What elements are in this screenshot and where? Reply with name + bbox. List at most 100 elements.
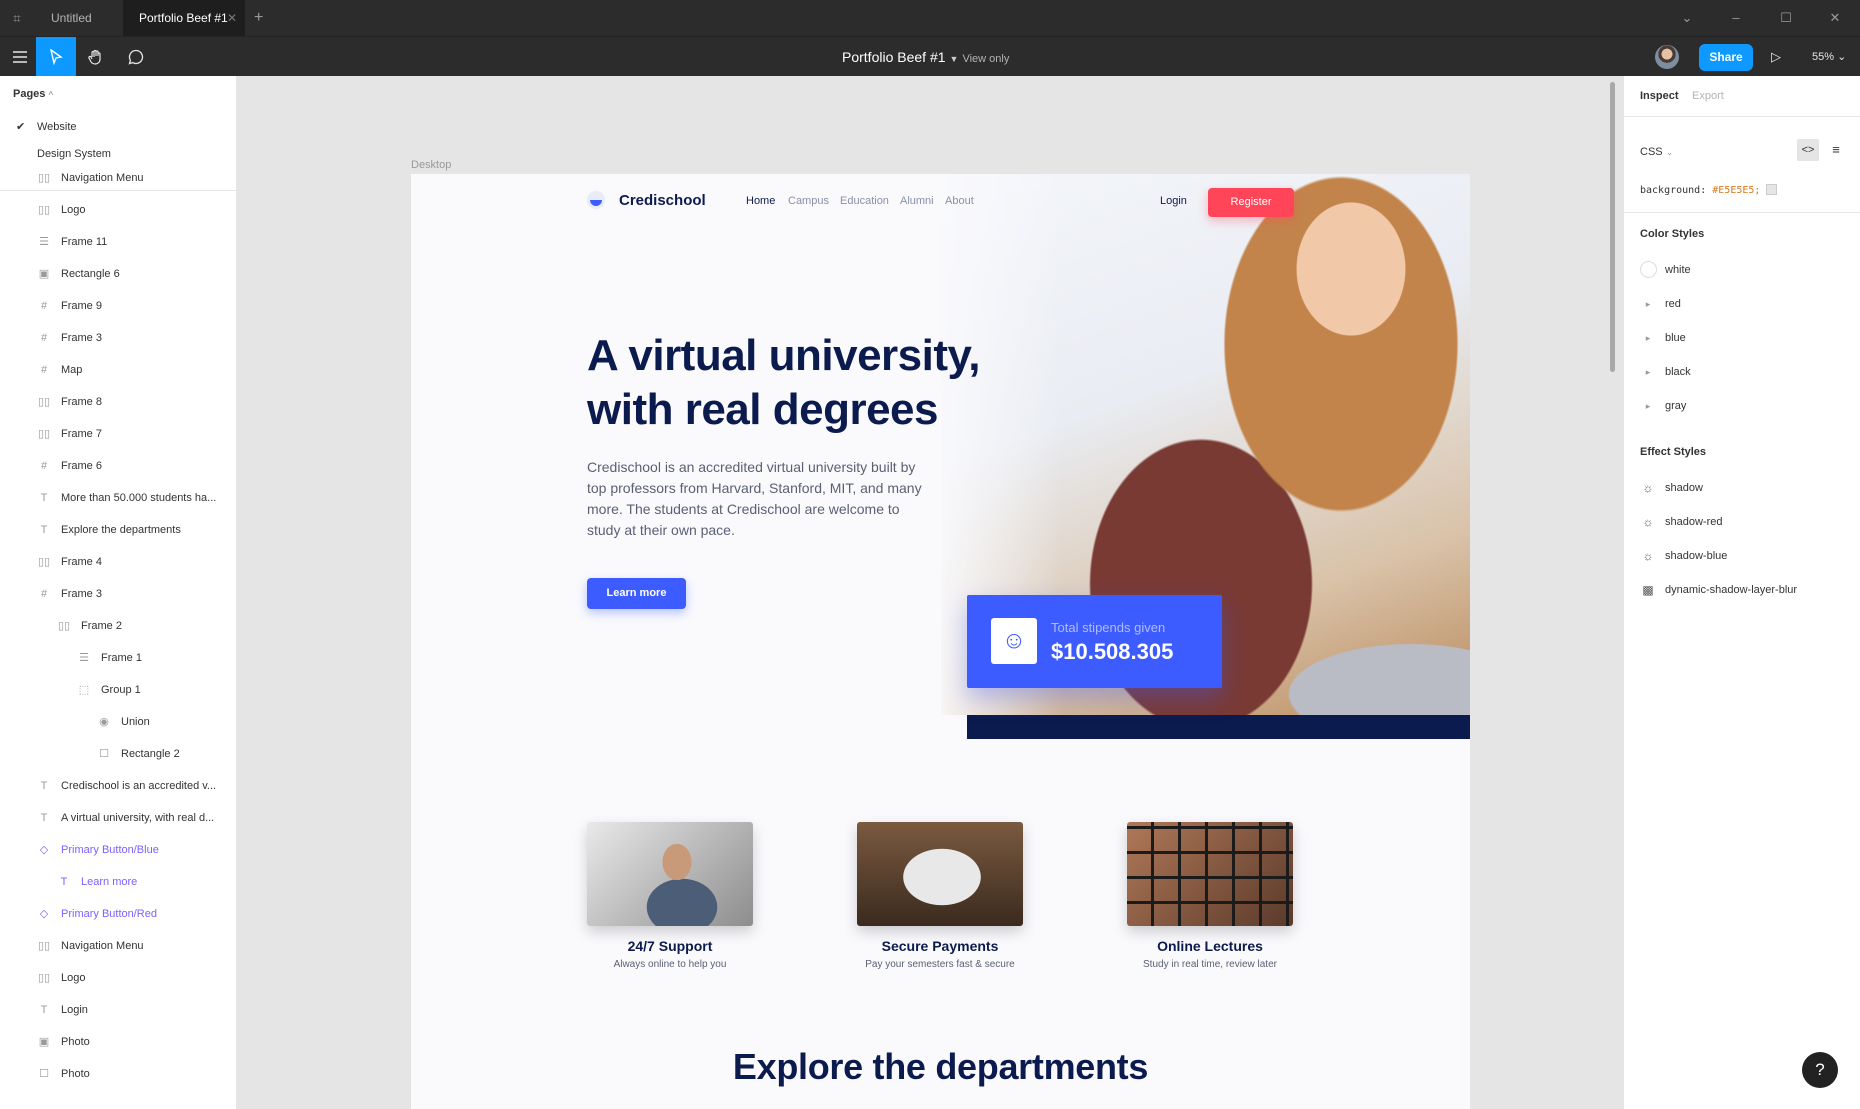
layer-row[interactable]: T More than 50.000 students ha... — [0, 482, 236, 514]
layer-row[interactable]: T Credischool is an accredited v... — [0, 770, 236, 802]
nav-alumni[interactable]: Alumni — [900, 195, 934, 207]
close-window-icon[interactable]: ✕ — [1815, 0, 1855, 36]
page-design-system[interactable]: Design System — [37, 148, 111, 160]
present-play-icon[interactable]: ▷ — [1771, 37, 1781, 77]
layer-row[interactable]: ⬚ Group 1 — [0, 674, 236, 706]
layer-row[interactable]: ▣ Rectangle 6 — [0, 258, 236, 290]
color-style-item[interactable]: ▸ gray — [1640, 396, 1840, 416]
layer-row[interactable]: # Frame 3 — [0, 322, 236, 354]
effect-style-item[interactable]: ☼ shadow-blue — [1640, 546, 1840, 566]
effect-style-item[interactable]: ☼ shadow — [1640, 478, 1840, 498]
frame-label[interactable]: Desktop — [411, 159, 451, 171]
layer-row[interactable]: ▯▯ Frame 4 — [0, 546, 236, 578]
layer-row[interactable]: ☰ Frame 11 — [0, 226, 236, 258]
divider — [1624, 116, 1860, 117]
layer-row[interactable]: # Frame 3 — [0, 578, 236, 610]
share-button[interactable]: Share — [1699, 44, 1753, 71]
effect-style-item[interactable]: ☼ shadow-red — [1640, 512, 1840, 532]
tab-untitled[interactable]: Untitled — [35, 0, 123, 36]
user-avatar[interactable] — [1655, 45, 1679, 69]
layer-row[interactable]: ▯▯ Logo — [0, 962, 236, 994]
main-menu-icon[interactable] — [0, 37, 40, 77]
effect-style-item[interactable]: ▩ dynamic-shadow-layer-blur — [1640, 580, 1840, 600]
nav-campus[interactable]: Campus — [788, 195, 829, 207]
feature-title: Online Lectures — [1157, 938, 1263, 954]
layer-row[interactable]: ▣ Photo — [0, 1026, 236, 1058]
layer-row[interactable]: ☐ Photo — [0, 1058, 236, 1090]
zoom-dropdown[interactable]: 55% ⌄ — [1812, 37, 1846, 77]
frame-icon: # — [40, 460, 48, 472]
hand-tool-icon[interactable] — [76, 37, 116, 77]
new-tab-icon[interactable]: + — [254, 0, 263, 36]
list-view-icon[interactable]: ≡ — [1825, 139, 1847, 161]
code-view-icon[interactable]: <> — [1797, 139, 1819, 161]
layer-row[interactable]: ◉ Union — [0, 706, 236, 738]
layer-blur-icon: ▩ — [1642, 583, 1654, 597]
close-tab-icon[interactable]: ✕ — [227, 0, 237, 36]
pages-title: Pages — [13, 88, 46, 100]
inspect-panel: Inspect Export CSS ⌄ <> ≡ background: #E… — [1623, 76, 1860, 1109]
layer-row[interactable]: ▯▯ Frame 8 — [0, 386, 236, 418]
layer-row[interactable]: # Frame 9 — [0, 290, 236, 322]
layer-label: Frame 4 — [61, 556, 102, 568]
learn-more-button[interactable]: Learn more — [587, 578, 686, 609]
color-style-item[interactable]: ▸ blue — [1640, 328, 1840, 348]
layer-row[interactable]: ☰ Frame 1 — [0, 642, 236, 674]
maximize-icon[interactable]: ☐ — [1766, 0, 1806, 36]
text-icon: T — [60, 876, 68, 888]
nav-about[interactable]: About — [945, 195, 974, 207]
auto-layout-h-icon: ▯▯ — [37, 204, 51, 216]
nav-home[interactable]: Home — [746, 195, 775, 207]
layer-row[interactable]: T Login — [0, 994, 236, 1026]
minimize-icon[interactable]: – — [1716, 0, 1756, 36]
layer-label: Learn more — [81, 876, 138, 888]
layer-row[interactable]: T A virtual university, with real d... — [0, 802, 236, 834]
layer-row[interactable]: ◇ Primary Button/Blue — [0, 834, 236, 866]
nav-education[interactable]: Education — [840, 195, 889, 207]
layer-row[interactable]: ▯▯ Frame 2 — [0, 610, 236, 642]
figma-logo-icon[interactable]: ⌗ — [8, 9, 26, 27]
layer-label: Primary Button/Red — [61, 908, 157, 920]
desktop-frame[interactable]: Credischool Home Campus Education Alumni… — [411, 174, 1470, 1109]
layer-row[interactable]: ☐ Rectangle 2 — [0, 738, 236, 770]
layer-label: Primary Button/Blue — [61, 844, 159, 856]
code-language-dropdown[interactable]: CSS ⌄ — [1640, 146, 1673, 158]
brand-logo-icon — [587, 191, 605, 209]
help-button[interactable]: ? — [1802, 1052, 1838, 1088]
layer-row[interactable]: T Learn more — [0, 866, 236, 898]
color-style-item[interactable]: ▸ red — [1640, 294, 1840, 314]
layer-row[interactable]: T Explore the departments — [0, 514, 236, 546]
canvas[interactable]: Desktop Credischool Home Campus Educatio… — [238, 76, 1622, 1109]
css-background-line: background: #E5E5E5; — [1640, 184, 1778, 196]
color-style-label: gray — [1665, 400, 1687, 412]
chevron-down-icon: ▼ — [949, 54, 959, 64]
tab-export[interactable]: Export — [1692, 90, 1724, 102]
title-bar: ⌗ Untitled Portfolio Beef #1 ✕ + ⌄ – ☐ ✕ — [0, 0, 1860, 36]
layer-row[interactable]: ▯▯ Navigation Menu — [0, 930, 236, 962]
register-button[interactable]: Register — [1208, 188, 1294, 217]
color-style-item[interactable]: white — [1640, 260, 1840, 280]
layer-row[interactable]: # Map — [0, 354, 236, 386]
layer-label: Frame 9 — [61, 300, 102, 312]
chevron-down-icon[interactable]: ⌄ — [1667, 0, 1707, 36]
document-title[interactable]: Portfolio Beef #1 ▼ View only — [842, 37, 1009, 77]
tab-portfolio-beef[interactable]: Portfolio Beef #1 ✕ — [123, 0, 245, 36]
pages-header[interactable]: Pages ^ — [13, 88, 53, 100]
canvas-scrollbar[interactable] — [1610, 82, 1615, 372]
page-website[interactable]: Website — [37, 121, 77, 133]
feature-subtitle: Always online to help you — [613, 959, 727, 970]
layer-row[interactable]: ▯▯ Logo — [0, 194, 236, 226]
comment-tool-icon[interactable] — [116, 37, 156, 77]
layer-label: Frame 11 — [61, 236, 108, 248]
layer-row[interactable]: ◇ Primary Button/Red — [0, 898, 236, 930]
move-tool-icon[interactable] — [36, 37, 76, 77]
zoom-value: 55% — [1812, 51, 1835, 63]
layer-row[interactable]: # Frame 6 — [0, 450, 236, 482]
rectangle-icon: ☐ — [39, 1068, 49, 1080]
layer-row[interactable]: ▯▯ Navigation Menu — [0, 162, 236, 194]
login-link[interactable]: Login — [1160, 195, 1187, 207]
layer-label: Navigation Menu — [61, 172, 144, 184]
tab-inspect[interactable]: Inspect — [1640, 90, 1679, 102]
color-style-item[interactable]: ▸ black — [1640, 362, 1840, 382]
layer-row[interactable]: ▯▯ Frame 7 — [0, 418, 236, 450]
